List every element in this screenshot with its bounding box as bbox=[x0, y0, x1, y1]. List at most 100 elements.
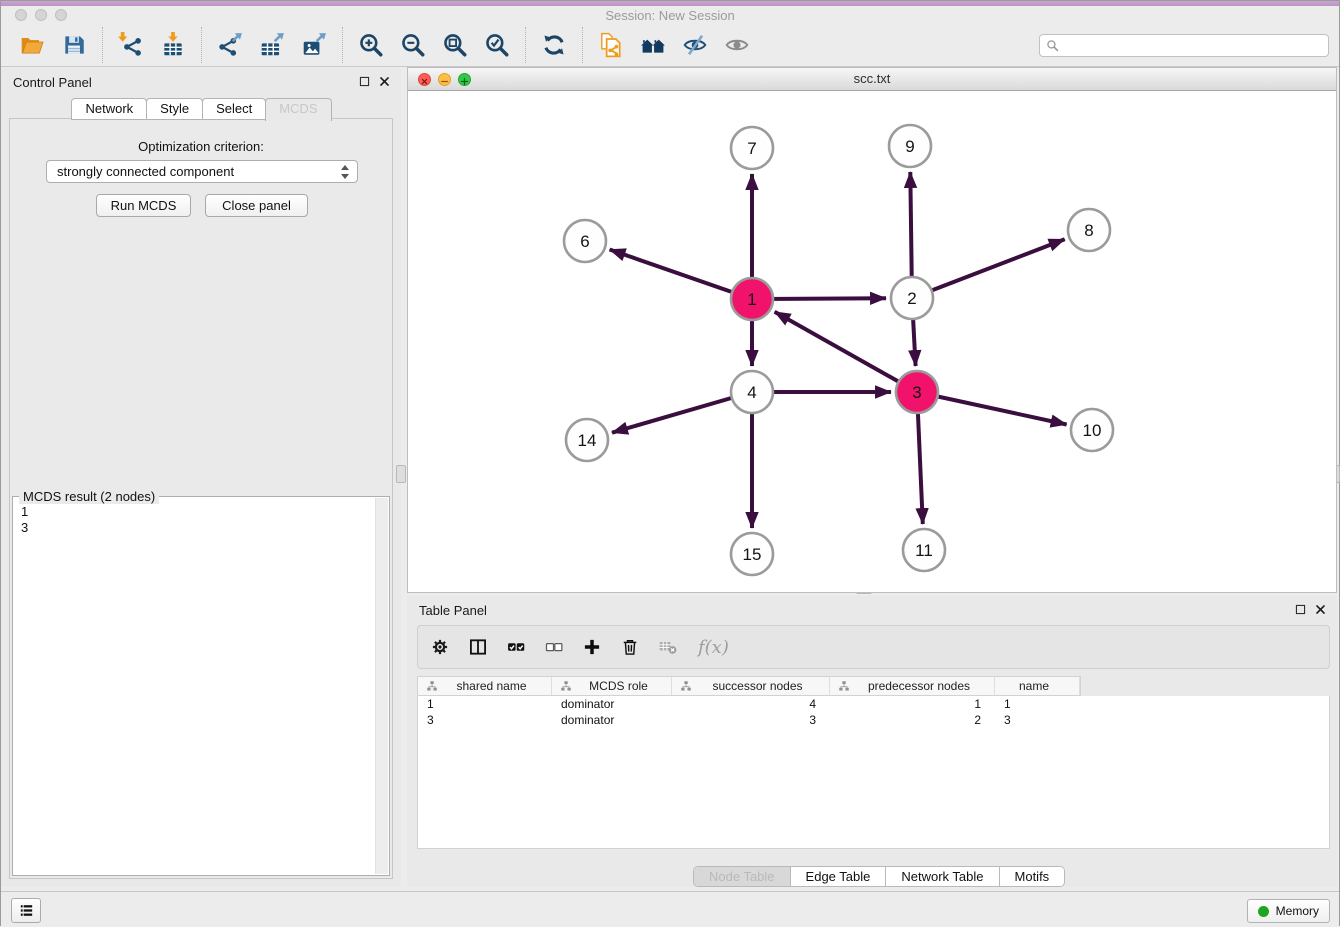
svg-text:1: 1 bbox=[747, 290, 756, 309]
float-panel-icon[interactable] bbox=[358, 75, 371, 88]
cell-MCDS-role[interactable]: dominator bbox=[552, 696, 672, 712]
save-session-icon[interactable] bbox=[61, 32, 87, 58]
svg-text:2: 2 bbox=[907, 289, 916, 308]
graph-node-7[interactable]: 7 bbox=[731, 127, 773, 169]
column-header-name[interactable]: name bbox=[995, 677, 1080, 695]
network-window-title: scc.txt bbox=[408, 71, 1336, 86]
graph-node-14[interactable]: 14 bbox=[566, 419, 608, 461]
tab-mcds[interactable]: MCDS bbox=[265, 98, 331, 121]
graph-edge-3-1[interactable] bbox=[775, 312, 917, 392]
deselect-all-checkboxes-icon[interactable] bbox=[544, 637, 564, 657]
vertical-splitter-grip[interactable] bbox=[396, 465, 406, 483]
window-title: Session: New Session bbox=[1, 8, 1339, 23]
close-table-panel-icon[interactable] bbox=[1314, 603, 1327, 616]
graph-edge-3-10[interactable] bbox=[917, 392, 1067, 425]
tab-style[interactable]: Style bbox=[146, 98, 203, 120]
cell-shared-name[interactable]: 1 bbox=[418, 696, 552, 712]
zoom-out-icon[interactable] bbox=[400, 32, 426, 58]
table-row[interactable]: 1dominator411 bbox=[418, 696, 1329, 712]
column-header-successor-nodes[interactable]: successor nodes bbox=[672, 677, 830, 695]
tab-select[interactable]: Select bbox=[202, 98, 266, 120]
select-all-checkboxes-icon[interactable] bbox=[506, 637, 526, 657]
tab-network[interactable]: Network bbox=[71, 98, 147, 120]
export-table-icon[interactable] bbox=[259, 32, 285, 58]
graph-node-1[interactable]: 1 bbox=[731, 278, 773, 320]
selected-criterion-value: strongly connected component bbox=[57, 164, 234, 179]
graph-node-11[interactable]: 11 bbox=[903, 529, 945, 571]
graph-node-10[interactable]: 10 bbox=[1071, 409, 1113, 451]
cell-successor-nodes[interactable]: 4 bbox=[672, 696, 830, 712]
status-bar: Memory bbox=[1, 891, 1339, 927]
home-icon[interactable] bbox=[640, 32, 666, 58]
tab-network-table[interactable]: Network Table bbox=[886, 867, 999, 886]
cell-predecessor-nodes[interactable]: 2 bbox=[830, 712, 995, 728]
zoom-selected-icon[interactable] bbox=[484, 32, 510, 58]
graph-node-2[interactable]: 2 bbox=[891, 277, 933, 319]
memory-label: Memory bbox=[1276, 904, 1319, 918]
import-table-icon[interactable] bbox=[160, 32, 186, 58]
table-tabs: Node TableEdge TableNetwork TableMotifs bbox=[693, 866, 1065, 887]
graph-node-15[interactable]: 15 bbox=[731, 533, 773, 575]
search-field[interactable] bbox=[1039, 34, 1329, 57]
delete-column-icon[interactable] bbox=[620, 637, 640, 657]
svg-text:9: 9 bbox=[905, 137, 914, 156]
table-panel-title: Table Panel bbox=[419, 603, 487, 618]
show-columns-icon[interactable] bbox=[468, 637, 488, 657]
tab-node-table[interactable]: Node Table bbox=[694, 867, 791, 886]
cell-predecessor-nodes[interactable]: 1 bbox=[830, 696, 995, 712]
table-toolbar: f(x) bbox=[417, 625, 1330, 669]
function-builder-icon: f(x) bbox=[698, 637, 729, 658]
cell-name[interactable]: 3 bbox=[995, 712, 1080, 728]
open-network-file-icon[interactable] bbox=[598, 32, 624, 58]
graph-edge-1-6[interactable] bbox=[610, 250, 752, 300]
toolbar-separator bbox=[525, 27, 526, 63]
search-icon bbox=[1046, 39, 1059, 52]
network-canvas[interactable]: 1 2 3 4 6 7 8 9 10 11 14 15 bbox=[408, 90, 1336, 592]
import-network-icon[interactable] bbox=[118, 32, 144, 58]
table-row[interactable]: 3dominator323 bbox=[418, 712, 1329, 728]
apply-preferred-layout-icon[interactable] bbox=[541, 32, 567, 58]
column-header-shared-name[interactable]: shared name bbox=[418, 677, 552, 695]
cell-shared-name[interactable]: 3 bbox=[418, 712, 552, 728]
graph-node-6[interactable]: 6 bbox=[564, 220, 606, 262]
column-header-predecessor-nodes[interactable]: predecessor nodes bbox=[830, 677, 995, 695]
graph-edge-2-8[interactable] bbox=[912, 239, 1065, 298]
tab-motifs[interactable]: Motifs bbox=[1000, 867, 1065, 886]
float-table-panel-icon[interactable] bbox=[1294, 603, 1307, 616]
open-file-icon[interactable] bbox=[19, 32, 45, 58]
graph-node-8[interactable]: 8 bbox=[1068, 209, 1110, 251]
cell-MCDS-role[interactable]: dominator bbox=[552, 712, 672, 728]
memory-button[interactable]: Memory bbox=[1247, 899, 1330, 923]
svg-text:3: 3 bbox=[912, 383, 921, 402]
result-scrollbar[interactable] bbox=[375, 498, 388, 874]
control-panel: Control Panel NetworkStyleSelectMCDS Opt… bbox=[1, 68, 401, 887]
tab-edge-table[interactable]: Edge Table bbox=[791, 867, 887, 886]
zoom-in-icon[interactable] bbox=[358, 32, 384, 58]
close-panel-button[interactable]: Close panel bbox=[205, 194, 308, 217]
task-history-button[interactable] bbox=[11, 898, 41, 923]
mcds-result-textarea[interactable]: 13 bbox=[14, 498, 388, 874]
delete-table-icon bbox=[658, 637, 678, 657]
svg-text:6: 6 bbox=[580, 232, 589, 251]
graph-node-3[interactable]: 3 bbox=[896, 371, 938, 413]
cell-name[interactable]: 1 bbox=[995, 696, 1080, 712]
graph-node-4[interactable]: 4 bbox=[731, 371, 773, 413]
close-panel-icon[interactable] bbox=[378, 75, 391, 88]
show-panel-eye-icon[interactable] bbox=[724, 32, 750, 58]
column-header-MCDS-role[interactable]: MCDS role bbox=[552, 677, 672, 695]
search-input[interactable] bbox=[1059, 34, 1328, 57]
export-network-icon[interactable] bbox=[217, 32, 243, 58]
control-panel-tabs: NetworkStyleSelectMCDS bbox=[1, 98, 401, 121]
zoom-fit-icon[interactable] bbox=[442, 32, 468, 58]
hide-panel-eye-icon[interactable] bbox=[682, 32, 708, 58]
run-mcds-button[interactable]: Run MCDS bbox=[96, 194, 191, 217]
column-settings-gear-icon[interactable] bbox=[430, 637, 450, 657]
mcds-panel: Optimization criterion: strongly connect… bbox=[9, 118, 393, 879]
network-window-titlebar[interactable]: scc.txt bbox=[408, 68, 1336, 91]
cell-successor-nodes[interactable]: 3 bbox=[672, 712, 830, 728]
export-image-icon[interactable] bbox=[301, 32, 327, 58]
optimization-criterion-select[interactable]: strongly connected component bbox=[46, 160, 358, 183]
graph-node-9[interactable]: 9 bbox=[889, 125, 931, 167]
add-column-icon[interactable] bbox=[582, 637, 602, 657]
toolbar-separator bbox=[342, 27, 343, 63]
